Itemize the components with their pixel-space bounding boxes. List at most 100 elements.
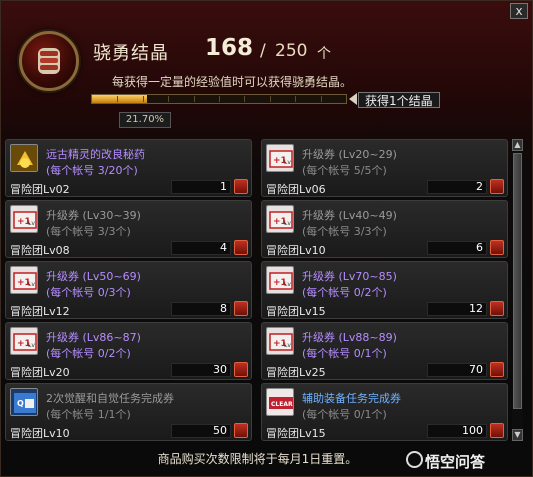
item-price: 8 [171,302,231,316]
item-purchase-limit: (每个帐号 3/3个) [302,225,387,238]
progress-fill [92,95,148,103]
progress-tick [117,96,119,102]
scroll-thumb[interactable] [513,153,522,409]
item-requirement: 冒险团Lv12 [10,305,70,318]
item-name: 升级券 (Lv20~29) [302,148,397,161]
crystal-currency-icon [234,423,248,438]
shop-item-list: 远古精灵的改良秘药 (每个帐号 3/20个) 冒险团Lv02 1 +1 Lv 升级券 (Lv… [5,139,509,443]
crystal-currency-icon [490,240,504,255]
crystal-currency-icon [234,240,248,255]
tooltip-pointer [349,93,357,105]
item-price: 2 [427,180,487,194]
crystal-currency-icon [490,179,504,194]
svg-text:Lv: Lv [284,220,291,227]
shop-item-card[interactable]: 远古精灵的改良秘药 (每个帐号 3/20个) 冒险团Lv02 1 [5,139,252,197]
item-requirement: 冒险团Lv06 [266,183,326,196]
item-price: 30 [171,363,231,377]
crystal-description: 每获得一定量的经验值时可以获得骁勇结晶。 [112,75,353,89]
item-name: 升级券 (Lv50~69) [46,270,141,283]
watermark-logo-icon [406,451,423,468]
crystal-currency-icon [234,362,248,377]
crystal-max-count: 250 [275,41,308,61]
item-price: 12 [427,302,487,316]
item-price: 100 [427,424,487,438]
item-name: 2次觉醒和自觉任务完成券 [46,392,174,405]
shop-item-card[interactable]: +1 Lv 升级券 (Lv30~39) (每个帐号 3/3个) 冒险团Lv08 4 [5,200,252,258]
item-price: 50 [171,424,231,438]
item-requirement: 冒险团Lv08 [10,244,70,257]
shop-item-card[interactable]: CLEAR 辅助装备任务完成券 (每个帐号 0/1个) 冒险团Lv15 100 [261,383,508,441]
progress-percent: 21.70% [119,112,171,128]
svg-text:Lv: Lv [284,281,291,288]
svg-text:Lv: Lv [284,159,291,166]
item-requirement: 冒险团Lv15 [266,305,326,318]
count-unit: 个 [317,46,331,62]
item-purchase-limit: (每个帐号 3/3个) [46,225,131,238]
levelup-ticket-icon[interactable]: +1 Lv [10,205,38,233]
reset-notice-text: 商品购买次数限制将于每月1日重置。 [157,452,358,466]
shop-item-card[interactable]: Q 2次觉醒和自觉任务完成券 (每个帐号 1/1个) 冒险团Lv10 50 [5,383,252,441]
crystal-currency-icon [490,301,504,316]
svg-text:Q: Q [17,399,24,408]
item-purchase-limit: (每个帐号 0/1个) [302,347,387,360]
shop-item-card[interactable]: +1 Lv 升级券 (Lv86~87) (每个帐号 0/2个) 冒险团Lv20 30 [5,322,252,380]
svg-text:CLEAR: CLEAR [271,401,293,408]
levelup-ticket-icon[interactable]: +1 Lv [10,266,38,294]
scroll-down-button[interactable]: ▼ [512,429,523,441]
svg-text:Lv: Lv [28,281,35,288]
levelup-ticket-icon[interactable]: +1 Lv [266,327,294,355]
crystal-currency-icon [490,362,504,377]
shop-item-card[interactable]: +1 Lv 升级券 (Lv88~89) (每个帐号 0/1个) 冒险团Lv25 70 [261,322,508,380]
progress-tick [295,96,297,102]
shop-item-card[interactable]: +1 Lv 升级券 (Lv50~69) (每个帐号 0/3个) 冒险团Lv12 8 [5,261,252,319]
item-price: 70 [427,363,487,377]
item-price: 4 [171,241,231,255]
item-price: 1 [171,180,231,194]
shop-item-card[interactable]: +1 Lv 升级券 (Lv40~49) (每个帐号 3/3个) 冒险团Lv10 6 [261,200,508,258]
item-requirement: 冒险团Lv25 [266,366,326,379]
item-name: 升级券 (Lv30~39) [46,209,141,222]
item-purchase-limit: (每个帐号 0/1个) [302,408,387,421]
shop-item-card[interactable]: +1 Lv 升级券 (Lv70~85) (每个帐号 0/2个) 冒险团Lv15 12 [261,261,508,319]
crystal-currency-icon [234,179,248,194]
scroll-up-button[interactable]: ▲ [512,139,523,151]
item-purchase-limit: (每个帐号 1/1个) [46,408,131,421]
item-purchase-limit: (每个帐号 0/2个) [302,286,387,299]
item-name: 升级券 (Lv40~49) [302,209,397,222]
svg-text:Lv: Lv [284,342,291,349]
crystal-currency-icon [234,301,248,316]
item-purchase-limit: (每个帐号 3/20个) [46,164,138,177]
svg-text:Lv: Lv [28,342,35,349]
item-requirement: 冒险团Lv02 [10,183,70,196]
item-purchase-limit: (每个帐号 0/2个) [46,347,131,360]
progress-tick [244,96,246,102]
fist-emblem-icon [19,31,79,91]
progress-tick [168,96,170,102]
crystal-current-count: 168 [205,35,254,61]
crystal-progress-bar [91,94,347,104]
close-button[interactable]: x [510,3,528,19]
shop-item-card[interactable]: +1 Lv 升级券 (Lv20~29) (每个帐号 5/5个) 冒险团Lv06 2 [261,139,508,197]
item-price: 6 [427,241,487,255]
item-name: 升级券 (Lv86~87) [46,331,141,344]
levelup-ticket-icon[interactable]: +1 Lv [266,205,294,233]
levelup-ticket-icon[interactable]: +1 Lv [266,144,294,172]
levelup-ticket-icon[interactable]: +1 Lv [10,327,38,355]
levelup-ticket-icon[interactable]: +1 Lv [266,266,294,294]
page-title: 骁勇结晶 [93,43,169,64]
progress-tick [219,96,220,102]
potion-icon[interactable] [10,144,38,172]
svg-text:Lv: Lv [28,220,35,227]
awakening-quest-ticket-icon[interactable]: Q [10,388,38,416]
item-requirement: 冒险团Lv10 [266,244,326,257]
progress-tick [142,96,144,102]
item-requirement: 冒险团Lv20 [10,366,70,379]
equipment-quest-ticket-icon[interactable]: CLEAR [266,388,294,416]
progress-tick [269,96,271,102]
item-requirement: 冒险团Lv10 [10,427,70,440]
watermark: 悟空问答 [425,453,486,471]
item-name: 升级券 (Lv70~85) [302,270,397,283]
count-separator: / [260,41,266,61]
item-purchase-limit: (每个帐号 0/3个) [46,286,131,299]
scrollbar[interactable]: ▲ ▼ [512,139,523,441]
